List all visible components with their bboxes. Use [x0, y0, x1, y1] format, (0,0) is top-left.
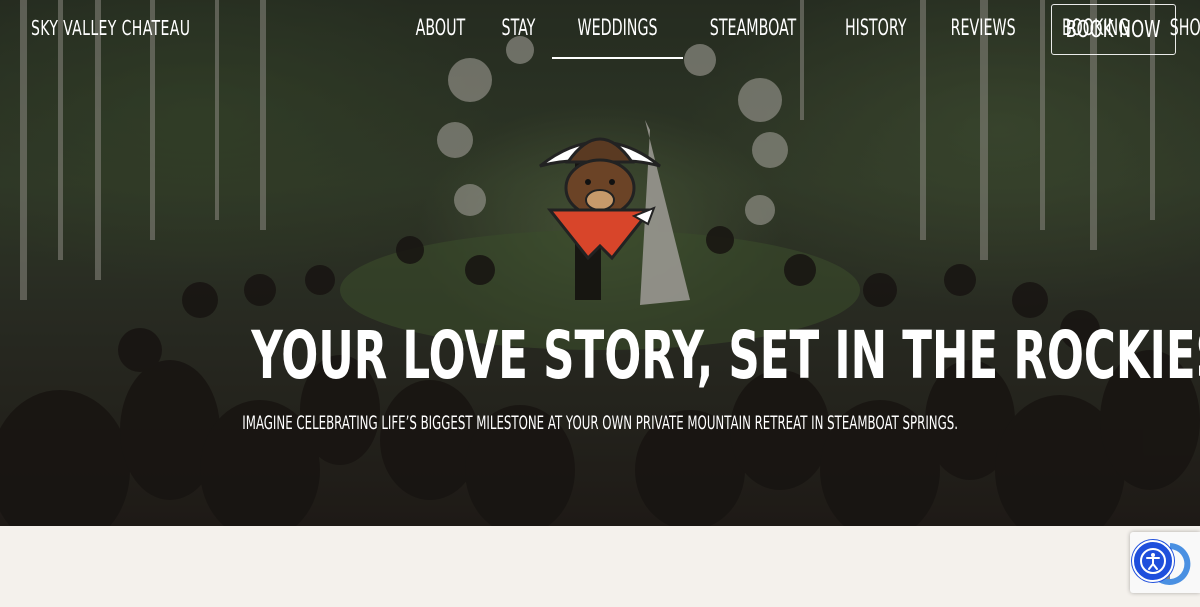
nav-item-reviews[interactable]: REVIEWS [928, 14, 1038, 58]
nav-item-stay[interactable]: STAY [485, 14, 552, 58]
book-now-button[interactable]: BOOK NOW [1051, 4, 1176, 55]
nav-item-about[interactable]: ABOUT [396, 14, 485, 58]
accessibility-icon [1140, 548, 1166, 574]
cowboy-bear-icon [539, 137, 661, 261]
site-logo[interactable]: SKY VALLEY CHATEAU [31, 16, 190, 40]
hero-section: SKY VALLEY CHATEAU ABOUT STAY WEDDINGS S… [0, 0, 1200, 526]
site-header: SKY VALLEY CHATEAU ABOUT STAY WEDDINGS S… [0, 0, 1200, 62]
nav-item-steamboat[interactable]: STEAMBOAT [683, 14, 823, 58]
nav-item-weddings[interactable]: WEDDINGS [551, 14, 683, 59]
hero-subtitle: IMAGINE CELEBRATING LIFE’S BIGGEST MILES… [242, 412, 958, 434]
accessibility-button[interactable] [1132, 540, 1174, 582]
nav-item-history[interactable]: HISTORY [823, 14, 928, 58]
hero-title: YOUR LOVE STORY, SET IN THE ROCKIES [251, 317, 1200, 394]
